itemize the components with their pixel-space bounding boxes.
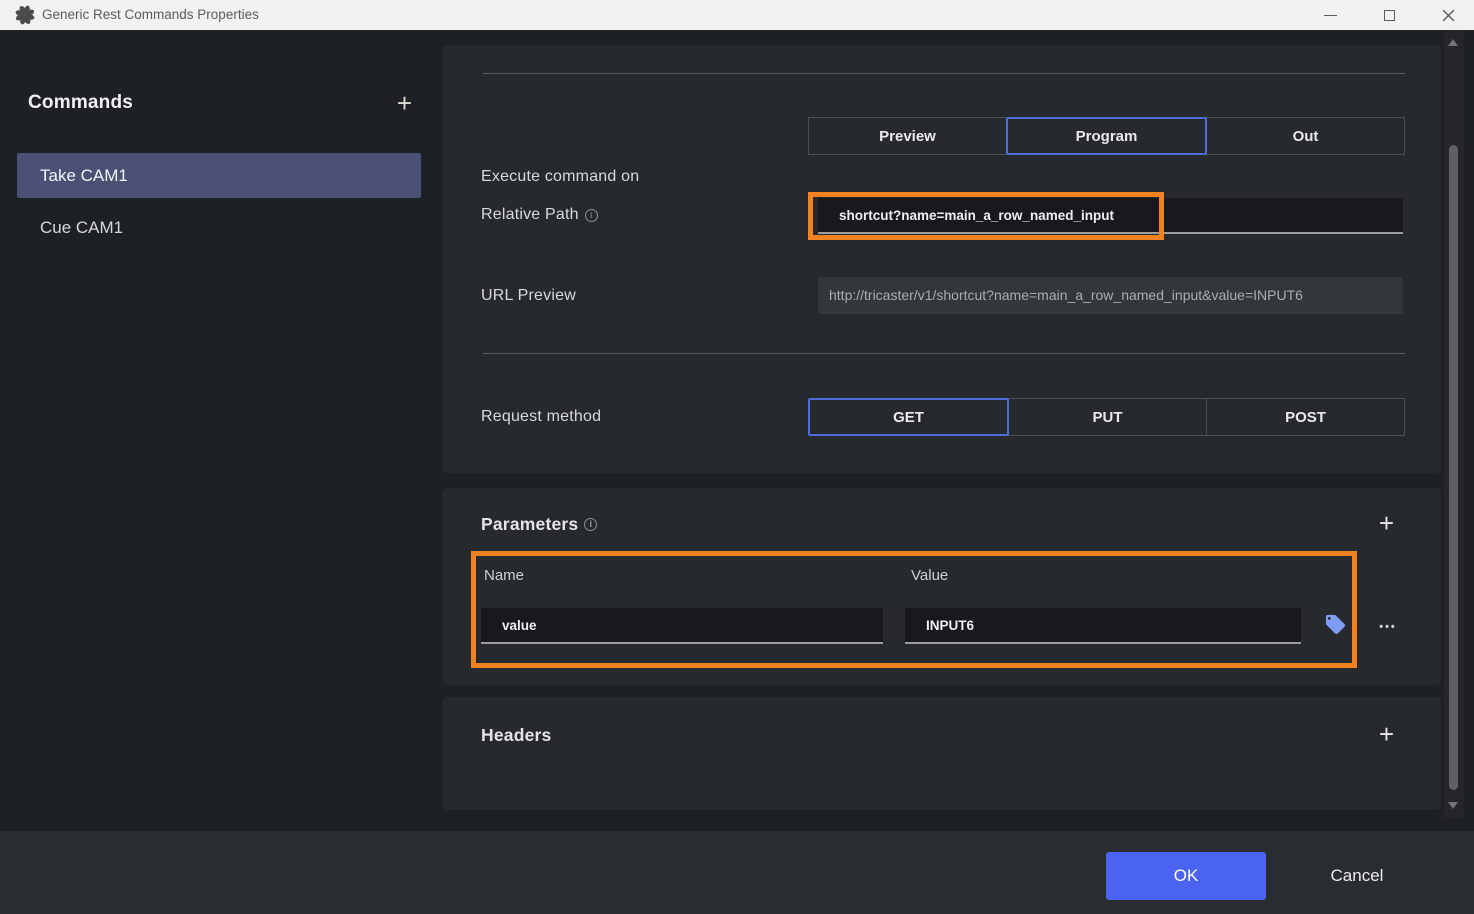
request-settings-panel: Execute command on Preview Program Out R… <box>442 45 1441 473</box>
titlebar: Generic Rest Commands Properties <box>0 0 1474 30</box>
method-put-button[interactable]: PUT <box>1008 398 1207 436</box>
url-preview-value: http://tricaster/v1/shortcut?name=main_a… <box>818 277 1403 314</box>
close-icon <box>1442 9 1455 22</box>
minimize-button[interactable] <box>1307 0 1353 30</box>
scrollbar-thumb[interactable] <box>1449 145 1458 790</box>
maximize-icon <box>1384 10 1395 21</box>
execute-on-label: Execute command on <box>481 168 639 186</box>
scroll-up-icon[interactable] <box>1448 39 1458 46</box>
divider <box>483 73 1405 74</box>
add-header-button[interactable]: + <box>1379 719 1394 750</box>
close-button[interactable] <box>1425 0 1471 30</box>
window-title: Generic Rest Commands Properties <box>42 0 259 30</box>
execute-on-preview-button[interactable]: Preview <box>808 117 1007 155</box>
relative-path-label: Relative Path i <box>481 206 598 224</box>
parameters-title: Parameters i <box>481 514 597 535</box>
scroll-down-icon[interactable] <box>1448 802 1458 809</box>
commands-sidebar: Commands + Take CAM1 Cue CAM1 <box>0 30 430 831</box>
headers-title: Headers <box>481 725 551 746</box>
app-pinwheel-icon <box>14 4 36 26</box>
divider <box>483 353 1405 354</box>
info-icon: i <box>585 209 598 222</box>
execute-on-group: Preview Program Out <box>808 117 1405 155</box>
vertical-scrollbar[interactable] <box>1444 30 1464 818</box>
parameter-name-input[interactable] <box>481 608 883 644</box>
url-preview-label: URL Preview <box>481 287 576 305</box>
ok-button[interactable]: OK <box>1106 852 1266 900</box>
parameter-more-options-button[interactable]: ••• <box>1368 608 1408 645</box>
parameter-name-column-label: Name <box>484 567 524 584</box>
execute-on-program-button[interactable]: Program <box>1006 117 1207 155</box>
relative-path-input[interactable] <box>818 198 1403 234</box>
command-item-cue-cam1[interactable]: Cue CAM1 <box>17 210 421 246</box>
add-command-button[interactable]: + <box>397 92 412 114</box>
cancel-button[interactable]: Cancel <box>1300 852 1414 900</box>
maximize-button[interactable] <box>1366 0 1412 30</box>
method-post-button[interactable]: POST <box>1206 398 1405 436</box>
request-method-label: Request method <box>481 408 601 426</box>
request-method-group: GET PUT POST <box>808 398 1405 436</box>
add-parameter-button[interactable]: + <box>1379 508 1394 539</box>
minimize-icon <box>1324 15 1337 16</box>
headers-panel: Headers + <box>442 697 1441 810</box>
tag-icon[interactable] <box>1324 613 1347 636</box>
parameter-value-column-label: Value <box>911 567 948 584</box>
commands-header: Commands + <box>28 92 412 114</box>
method-get-button[interactable]: GET <box>808 398 1009 436</box>
dialog-footer: OK Cancel <box>0 831 1474 914</box>
command-item-take-cam1[interactable]: Take CAM1 <box>17 153 421 198</box>
commands-title: Commands <box>28 92 133 114</box>
info-icon: i <box>584 518 597 531</box>
parameter-value-input[interactable] <box>905 608 1301 644</box>
execute-on-out-button[interactable]: Out <box>1206 117 1405 155</box>
parameters-panel: Parameters i + Name Value ••• <box>442 488 1441 685</box>
